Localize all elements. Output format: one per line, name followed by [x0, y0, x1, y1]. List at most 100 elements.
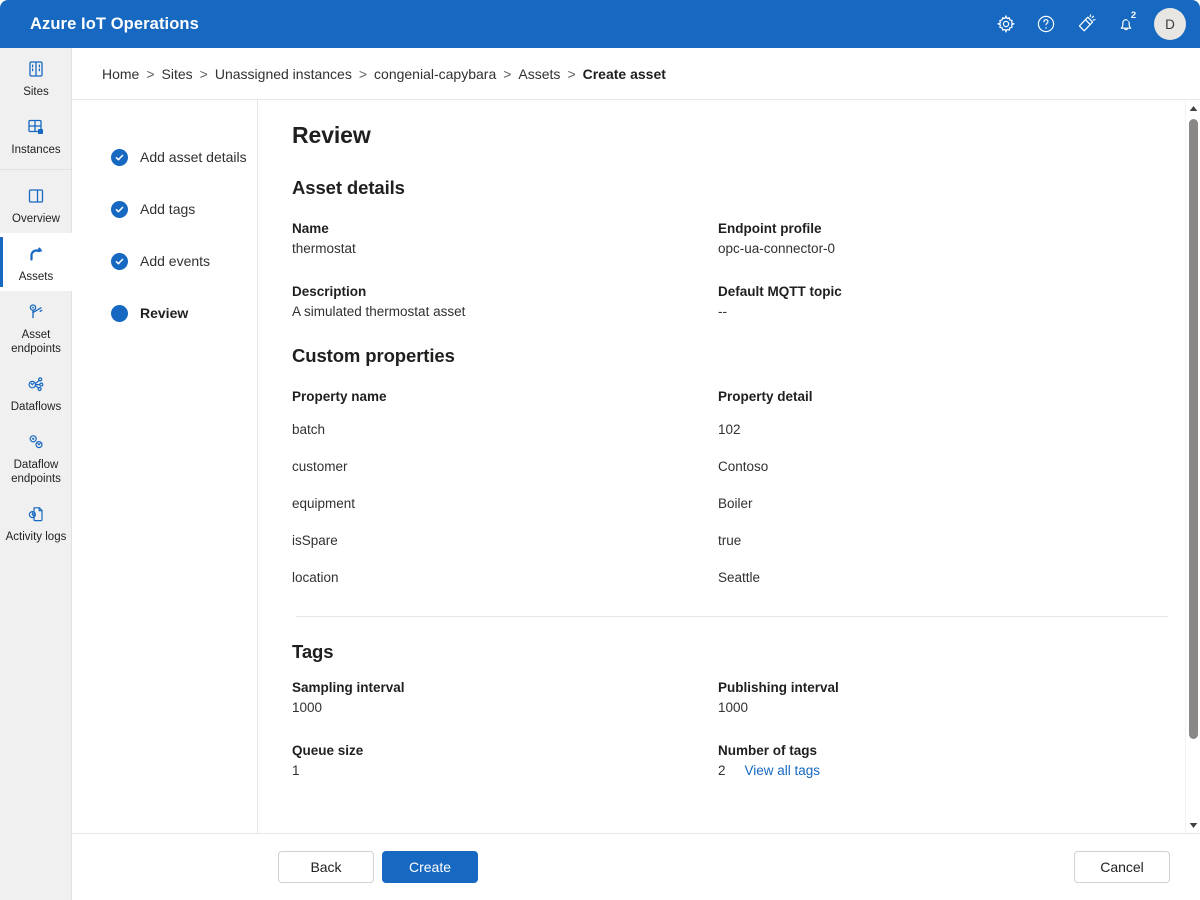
- field-value: thermostat: [292, 241, 356, 256]
- breadcrumb-current: Create asset: [582, 65, 666, 82]
- field-value: 1000: [292, 700, 323, 715]
- field-value: --: [718, 304, 727, 319]
- help-icon[interactable]: [1026, 4, 1066, 44]
- notification-badge: 2: [1126, 8, 1141, 23]
- sidebar-item-sites[interactable]: Sites: [0, 48, 72, 106]
- wizard-step-label: Add asset details: [140, 149, 247, 165]
- table-row: location: [292, 570, 339, 585]
- field-label: Number of tags: [718, 743, 818, 758]
- field-label: Name: [292, 221, 329, 236]
- overview-icon: [25, 184, 47, 208]
- create-asset-wizard: Add asset details Add tags Add events Re…: [72, 99, 1200, 833]
- field-queue-size: Queue size 1: [292, 743, 718, 778]
- field-description: Description A simulated thermostat asset: [292, 284, 718, 319]
- page-title: Review: [292, 122, 371, 148]
- field-endpoint-profile: Endpoint profile opc-ua-connector-0: [718, 221, 1180, 256]
- breadcrumb-separator: >: [199, 65, 208, 82]
- table-row: Seattle: [718, 570, 761, 585]
- gear-icon[interactable]: [986, 4, 1026, 44]
- sidebar-item-label: Assets: [18, 271, 54, 283]
- back-button[interactable]: Back: [278, 851, 374, 883]
- number-of-tags-row: 2 View all tags: [718, 763, 1180, 778]
- tags-heading: Tags: [292, 641, 334, 662]
- field-label: Description: [292, 284, 367, 299]
- wizard-step-label: Add events: [140, 253, 211, 269]
- column-header-property-name: Property name: [292, 389, 387, 404]
- breadcrumb-item-unassigned-instances[interactable]: Unassigned instances: [215, 66, 352, 82]
- sidebar-item-label: Dataflow endpoints: [11, 459, 61, 485]
- field-name: Name thermostat: [292, 221, 718, 256]
- activity-logs-icon: [25, 502, 47, 526]
- header-actions: 2 D: [986, 0, 1190, 48]
- table-row: customer: [292, 459, 348, 474]
- column-header-property-detail: Property detail: [718, 389, 813, 404]
- field-value: A simulated thermostat asset: [292, 304, 466, 319]
- breadcrumb-separator: >: [146, 65, 155, 82]
- sidebar-item-asset-endpoints[interactable]: Asset endpoints: [0, 291, 72, 363]
- table-row: batch: [292, 422, 326, 437]
- assets-icon: [25, 242, 47, 266]
- table-row: isSpare: [292, 533, 338, 548]
- view-all-tags-link[interactable]: View all tags: [745, 763, 821, 778]
- field-label: Default MQTT topic: [718, 284, 842, 299]
- asset-endpoints-icon: [25, 300, 47, 324]
- app-title: Azure IoT Operations: [30, 14, 199, 33]
- field-number-of-tags: Number of tags 2 View all tags: [718, 743, 1180, 778]
- sidebar-item-dataflows[interactable]: Dataflows: [0, 363, 72, 421]
- scroll-up-arrow-icon[interactable]: [1186, 100, 1200, 117]
- cancel-button[interactable]: Cancel: [1074, 851, 1170, 883]
- field-label: Sampling interval: [292, 680, 405, 695]
- sidebar-item-overview[interactable]: Overview: [0, 175, 72, 233]
- sidebar-item-activity-logs[interactable]: Activity logs: [0, 493, 72, 551]
- breadcrumb-item-assets[interactable]: Assets: [518, 66, 560, 82]
- sidebar-item-label: Activity logs: [5, 531, 67, 543]
- field-value: 1000: [718, 700, 749, 715]
- table-row: 102: [718, 422, 741, 437]
- wizard-step-add-events[interactable]: Add events: [72, 235, 257, 287]
- breadcrumb-item-instance[interactable]: congenial-capybara: [374, 66, 496, 82]
- bell-icon[interactable]: 2: [1106, 4, 1146, 44]
- field-value: 2: [718, 763, 726, 778]
- table-row: equipment: [292, 496, 356, 511]
- table-row: true: [718, 533, 742, 548]
- scroll-down-arrow-icon[interactable]: [1186, 817, 1200, 833]
- custom-properties-heading: Custom properties: [292, 345, 455, 366]
- wizard-step-review[interactable]: Review: [72, 287, 257, 339]
- create-button[interactable]: Create: [382, 851, 478, 883]
- sidebar-item-instances[interactable]: Instances: [0, 106, 72, 164]
- breadcrumb-item-sites[interactable]: Sites: [162, 66, 193, 82]
- field-value: 1: [292, 763, 300, 778]
- sidebar-item-dataflow-endpoints[interactable]: Dataflow endpoints: [0, 421, 72, 493]
- wizard-step-list: Add asset details Add tags Add events Re…: [72, 100, 258, 833]
- review-content: Review Asset details Name thermostat End…: [258, 100, 1200, 833]
- feedback-icon[interactable]: [1066, 4, 1106, 44]
- top-header-bar: Azure IoT Operations 2 D: [0, 0, 1200, 48]
- scrollbar-thumb[interactable]: [1189, 119, 1198, 739]
- filled-circle-icon: [111, 304, 128, 322]
- rail-divider: [0, 169, 71, 170]
- sites-icon: [25, 57, 47, 81]
- avatar[interactable]: D: [1154, 8, 1186, 40]
- table-row: Boiler: [718, 496, 753, 511]
- table-row: Contoso: [718, 459, 769, 474]
- content-scrollbar[interactable]: [1185, 100, 1200, 833]
- sidebar-item-label: Asset endpoints: [11, 329, 61, 355]
- dataflow-endpoints-icon: [25, 430, 47, 454]
- field-publishing-interval: Publishing interval 1000: [718, 680, 1180, 715]
- wizard-step-add-asset-details[interactable]: Add asset details: [72, 131, 257, 183]
- scrollbar-track[interactable]: [1186, 117, 1200, 817]
- breadcrumb-item-home[interactable]: Home: [102, 66, 139, 82]
- sidebar-item-label: Overview: [12, 213, 60, 225]
- wizard-step-add-tags[interactable]: Add tags: [72, 183, 257, 235]
- tags-grid: Sampling interval 1000 Publishing interv…: [292, 680, 1180, 778]
- breadcrumb-separator: >: [503, 65, 512, 82]
- asset-details-grid: Name thermostat Endpoint profile opc-ua-…: [292, 221, 1180, 319]
- sidebar-item-label: Instances: [11, 144, 61, 156]
- field-default-mqtt-topic: Default MQTT topic --: [718, 284, 1180, 319]
- field-sampling-interval: Sampling interval 1000: [292, 680, 718, 715]
- sidebar-item-assets[interactable]: Assets: [0, 233, 72, 291]
- check-circle-icon: [111, 252, 128, 270]
- left-navigation-rail: Sites Instances Overview Assets Asset en…: [0, 48, 72, 900]
- sidebar-item-label: Dataflows: [10, 401, 62, 413]
- review-panel: Review Asset details Name thermostat End…: [258, 100, 1200, 833]
